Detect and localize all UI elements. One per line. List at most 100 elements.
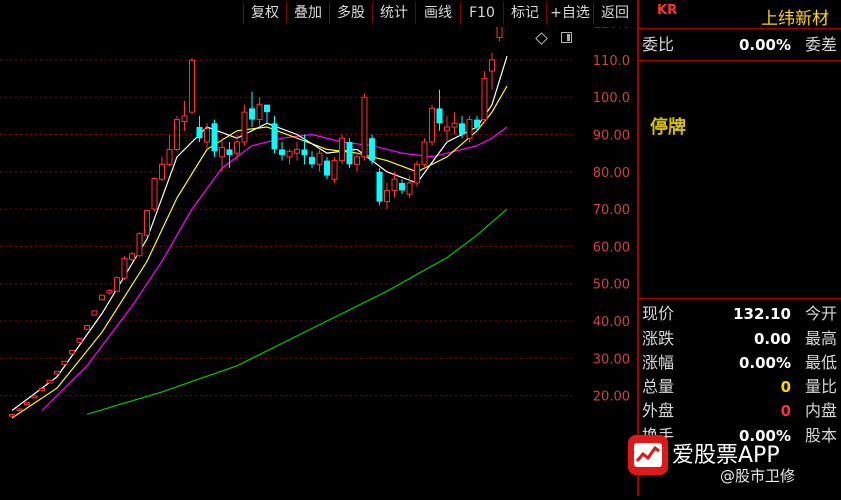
panel-divider bbox=[639, 298, 841, 299]
wei-bi-row: 委比 0.00% 委差 bbox=[642, 34, 837, 56]
candle-body bbox=[46, 379, 53, 384]
candle-body bbox=[301, 149, 308, 156]
toolbar-overlay-button[interactable]: 叠加 bbox=[286, 2, 329, 24]
y-tick-label: 110.0 bbox=[593, 54, 630, 69]
candle-body bbox=[444, 126, 450, 132]
quote-row: 涨跌 0.00 最高 bbox=[642, 328, 837, 350]
wei-bi-value: 0.00% bbox=[738, 36, 791, 54]
quote-label-secondary: 最高 bbox=[804, 329, 837, 348]
candle-body bbox=[451, 122, 458, 128]
watermark-account: @股市卫修 bbox=[720, 467, 796, 485]
toolbar-back-button[interactable]: 返回 bbox=[593, 2, 636, 24]
toolbar-statistics-button[interactable]: 统计 bbox=[372, 2, 415, 24]
candle-body bbox=[369, 138, 375, 161]
candle-body bbox=[129, 253, 135, 260]
candle-body bbox=[294, 148, 300, 154]
candle-body bbox=[421, 141, 428, 165]
toolbar-restore-rights-button[interactable]: 复权 bbox=[243, 2, 286, 24]
candle-body bbox=[159, 163, 165, 180]
app-watermark: 爱股票APP @股市卫修 bbox=[628, 435, 841, 496]
quote-row: 现价 132.10 今开 bbox=[642, 303, 837, 325]
y-tick-label: 30.00 bbox=[593, 352, 630, 367]
candle-body bbox=[496, 0, 503, 39]
candle-body bbox=[249, 108, 255, 120]
ma20-line bbox=[41, 126, 508, 411]
candle-body bbox=[234, 141, 240, 154]
chart-toolbar: 复权 叠加 多股 统计 画线 F10 标记 +自选 返回 bbox=[0, 0, 637, 27]
quote-row: 总量 0 量比 bbox=[642, 376, 837, 398]
candle-body bbox=[144, 210, 150, 236]
quote-value: 0 bbox=[780, 378, 791, 396]
quote-value: 0 bbox=[780, 402, 791, 420]
app-logo-icon bbox=[628, 435, 668, 475]
y-tick-label: 60.00 bbox=[593, 240, 630, 255]
candle-body bbox=[114, 277, 120, 292]
candle-body bbox=[211, 123, 218, 152]
panel-divider bbox=[639, 60, 841, 61]
candle-body bbox=[24, 402, 30, 406]
candle-body bbox=[61, 360, 68, 365]
candle-body bbox=[466, 119, 473, 139]
y-tick-label: 50.00 bbox=[593, 278, 630, 293]
candle-body bbox=[226, 149, 233, 156]
candle-body bbox=[459, 123, 465, 135]
candle-body bbox=[331, 160, 338, 180]
kline-chart-svg[interactable]: 20.00 30.00 40.00 50.00 60.00 70.00 80.00 90.00… bbox=[0, 0, 637, 496]
toolbar-mark-button[interactable]: 标记 bbox=[503, 2, 546, 24]
candle-body bbox=[151, 178, 158, 210]
candle-body bbox=[204, 128, 210, 143]
collapse-icon[interactable] bbox=[561, 32, 572, 43]
candle-body bbox=[316, 152, 323, 165]
toolbar-draw-line-button[interactable]: 画线 bbox=[415, 2, 460, 24]
candle-body bbox=[474, 119, 480, 128]
candle-body bbox=[16, 408, 23, 412]
y-tick-label: 20.00 bbox=[593, 390, 630, 405]
trading-status: 停牌 bbox=[650, 117, 686, 138]
toolbar-f10-button[interactable]: F10 bbox=[460, 2, 503, 24]
candle-body bbox=[99, 294, 105, 301]
y-tick-label: 80.00 bbox=[593, 166, 630, 181]
quote-row: 涨幅 0.00% 最低 bbox=[642, 352, 837, 374]
candle-body bbox=[166, 148, 173, 165]
candle-body bbox=[76, 338, 83, 343]
wei-bi-label: 委比 bbox=[642, 35, 675, 54]
toolbar-multi-stock-button[interactable]: 多股 bbox=[329, 2, 372, 24]
candle-body bbox=[481, 78, 488, 121]
candle-body bbox=[196, 127, 203, 139]
ma60-line bbox=[86, 208, 508, 415]
candle-body bbox=[339, 137, 345, 162]
y-tick-label: 120.0 bbox=[593, 27, 630, 32]
candle-body bbox=[324, 160, 330, 176]
y-tick-label: 70.00 bbox=[593, 203, 630, 218]
quote-label: 涨跌 bbox=[642, 329, 675, 348]
candle-body bbox=[91, 310, 98, 316]
candle-body bbox=[39, 388, 45, 392]
candle-body bbox=[271, 123, 278, 150]
candle-body bbox=[346, 141, 353, 165]
candle-body bbox=[84, 324, 90, 330]
candle-body bbox=[69, 349, 75, 355]
candle-body bbox=[9, 414, 15, 417]
toolbar-add-watchlist-button[interactable]: +自选 bbox=[546, 2, 593, 24]
candle-body bbox=[54, 370, 60, 375]
candle-body bbox=[354, 156, 360, 165]
wei-cha-label: 委差 bbox=[804, 35, 837, 54]
candle-body bbox=[376, 171, 383, 202]
candle-body bbox=[189, 59, 195, 113]
candle-body bbox=[31, 395, 38, 399]
quote-label: 总量 bbox=[642, 377, 675, 396]
quote-label: 涨幅 bbox=[642, 353, 675, 372]
candle-body bbox=[286, 150, 293, 158]
candle-body bbox=[361, 96, 368, 158]
candle-body bbox=[399, 182, 405, 191]
candle-body bbox=[106, 289, 113, 294]
candle-body bbox=[309, 156, 315, 165]
candle-body bbox=[136, 233, 143, 257]
candle-body bbox=[391, 178, 398, 191]
kline-chart[interactable]: 20.00 30.00 40.00 50.00 60.00 70.00 80.00 90.00… bbox=[0, 0, 637, 496]
quote-value: 0.00% bbox=[738, 354, 791, 372]
candle-body bbox=[406, 182, 413, 195]
candle-body bbox=[174, 119, 180, 150]
y-tick-label: 40.00 bbox=[593, 315, 630, 330]
quote-label-secondary: 量比 bbox=[804, 377, 837, 396]
